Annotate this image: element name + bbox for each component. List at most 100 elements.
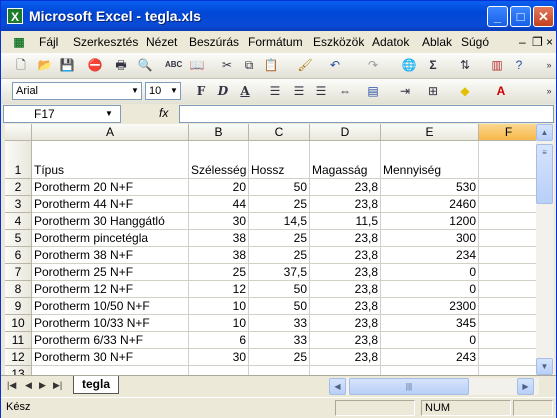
horizontal-scroll-thumb[interactable]: ||| [349,378,469,395]
menu-file[interactable]: Fájl [39,35,58,49]
row-header[interactable]: 9 [5,298,32,315]
row-header[interactable]: 2 [5,179,32,196]
cell-c1[interactable]: Hossz [249,141,310,179]
cell-c8[interactable]: 50 [249,281,310,298]
cell-b8[interactable]: 12 [189,281,249,298]
column-header-f[interactable]: F [479,124,536,141]
column-header-a[interactable]: A [32,124,189,141]
print-icon[interactable]: 🖶 [113,57,129,73]
font-name-box[interactable]: Arial ▼ [12,82,142,100]
row-header[interactable]: 10 [5,315,32,332]
select-all-corner[interactable] [5,124,32,141]
sort-ascending-icon[interactable]: ⇅ [457,57,473,73]
scroll-down-button[interactable]: ▼ [536,358,553,375]
cell-f11[interactable] [479,332,536,349]
minimize-button[interactable]: _ [487,6,508,27]
italic-icon[interactable]: D [215,83,231,99]
underline-icon[interactable]: A [237,83,253,99]
worksheet-grid[interactable]: A B C D E F 1 Típus Szélesség Hossz Magasság… [5,124,536,375]
cell-b7[interactable]: 25 [189,264,249,281]
cell-e4[interactable]: 1200 [381,213,479,230]
cell-d4[interactable]: 11,5 [310,213,381,230]
cell-f5[interactable] [479,230,536,247]
hyperlink-icon[interactable]: 🌐 [401,57,417,73]
font-size-box[interactable]: 10 ▼ [145,82,181,100]
doc-close-button[interactable]: × [546,35,553,49]
menu-tools[interactable]: Eszközök [313,35,364,49]
row-header[interactable]: 6 [5,247,32,264]
menu-edit[interactable]: Szerkesztés [73,35,138,49]
horizontal-scrollbar[interactable]: ◀ ||| ▶ [329,378,539,395]
scroll-left-button[interactable]: ◀ [329,378,346,395]
cell-d3[interactable]: 23,8 [310,196,381,213]
cell-f4[interactable] [479,213,536,230]
cell-e6[interactable]: 234 [381,247,479,264]
cell-a1[interactable]: Típus [32,141,189,179]
cell-e11[interactable]: 0 [381,332,479,349]
row-header[interactable]: 3 [5,196,32,213]
cell-f8[interactable] [479,281,536,298]
redo-icon[interactable]: ↷ [365,57,381,73]
cell-b11[interactable]: 6 [189,332,249,349]
workbook-icon[interactable]: ▦ [11,34,27,50]
insert-function-icon[interactable]: fx [159,106,168,120]
cell-b3[interactable]: 44 [189,196,249,213]
vertical-scrollbar[interactable]: ▲ ≡ ▼ [536,124,554,375]
cell-e7[interactable]: 0 [381,264,479,281]
row-header[interactable]: 12 [5,349,32,366]
print-preview-icon[interactable]: 🔍 [137,57,153,73]
cell-b4[interactable]: 30 [189,213,249,230]
save-icon[interactable]: 💾 [59,57,75,73]
autosum-icon[interactable]: Σ [425,57,441,73]
cell-c3[interactable]: 25 [249,196,310,213]
cell-e2[interactable]: 530 [381,179,479,196]
chevron-down-icon[interactable]: ▼ [168,83,180,99]
chevron-down-icon[interactable]: ▼ [129,83,141,99]
cell-c2[interactable]: 50 [249,179,310,196]
cell-a7[interactable]: Porotherm 25 N+F [32,264,189,281]
menu-window[interactable]: Ablak [422,35,452,49]
cell-d10[interactable]: 23,8 [310,315,381,332]
cell-b1[interactable]: Szélesség [189,141,249,179]
excel-app-icon[interactable]: X [7,8,23,24]
column-header-c[interactable]: C [249,124,310,141]
font-color-icon[interactable]: A [493,83,509,99]
row-header[interactable]: 11 [5,332,32,349]
format-painter-icon[interactable]: 🖌 [297,57,313,73]
cell-b2[interactable]: 20 [189,179,249,196]
cell-d13[interactable] [310,366,381,375]
cell-d2[interactable]: 23,8 [310,179,381,196]
row-header[interactable]: 8 [5,281,32,298]
row-header[interactable]: 7 [5,264,32,281]
cell-d7[interactable]: 23,8 [310,264,381,281]
cell-c6[interactable]: 25 [249,247,310,264]
merge-center-icon[interactable]: ⇔ [337,83,353,99]
chevron-down-icon[interactable]: ▼ [105,109,113,118]
paste-icon[interactable]: 📋 [263,57,279,73]
cell-a8[interactable]: Porotherm 12 N+F [32,281,189,298]
cell-a2[interactable]: Porotherm 20 N+F [32,179,189,196]
cell-f10[interactable] [479,315,536,332]
cell-c10[interactable]: 33 [249,315,310,332]
cell-a12[interactable]: Porotherm 30 N+F [32,349,189,366]
maximize-button[interactable]: □ [510,6,531,27]
cell-d6[interactable]: 23,8 [310,247,381,264]
scroll-right-button[interactable]: ▶ [517,378,534,395]
chart-wizard-icon[interactable]: ▥ [489,57,505,73]
cell-e1[interactable]: Mennyiség [381,141,479,179]
cell-c12[interactable]: 25 [249,349,310,366]
fill-color-icon[interactable]: ◆ [457,83,473,99]
row-header[interactable]: 4 [5,213,32,230]
cell-f12[interactable] [479,349,536,366]
menu-data[interactable]: Adatok [372,35,409,49]
open-icon[interactable]: 📂 [37,57,53,73]
cut-icon[interactable]: ✂ [219,57,235,73]
sheet-tab-tegla[interactable]: tegla [73,376,119,394]
name-box[interactable]: F17 [3,105,121,123]
cell-d11[interactable]: 23,8 [310,332,381,349]
cell-a11[interactable]: Porotherm 6/33 N+F [32,332,189,349]
cell-d8[interactable]: 23,8 [310,281,381,298]
research-icon[interactable]: 📖 [189,57,205,73]
menu-format[interactable]: Formátum [248,35,303,49]
undo-icon[interactable]: ↶ [327,57,343,73]
